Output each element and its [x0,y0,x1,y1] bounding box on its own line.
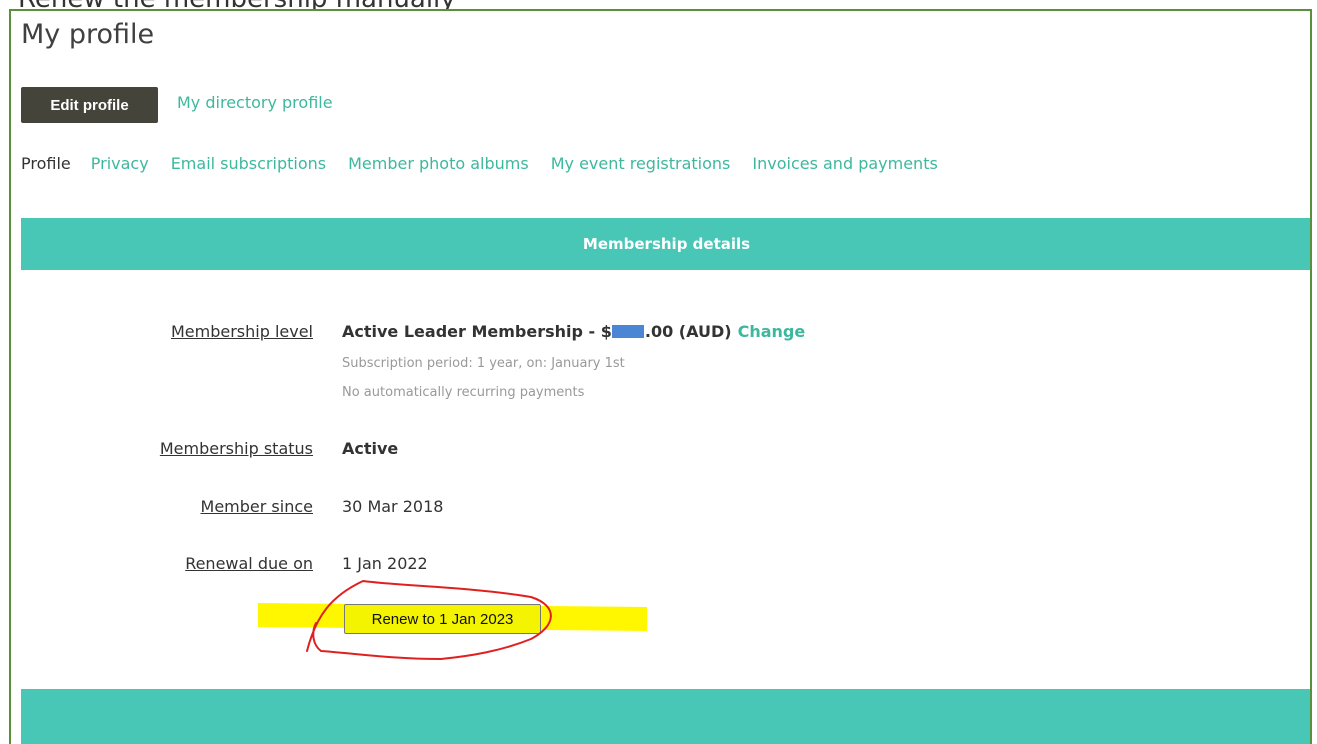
next-section-header [21,689,1310,744]
tab-profile[interactable]: Profile [21,154,71,173]
edit-profile-button[interactable]: Edit profile [21,87,158,123]
membership-level-prefix: Active Leader Membership - $ [342,322,612,341]
renew-membership-button[interactable]: Renew to 1 Jan 2023 [344,604,541,634]
tab-invoices-and-payments[interactable]: Invoices and payments [752,154,937,173]
profile-tabs: Profile Privacy Email subscriptions Memb… [21,154,960,173]
subscription-period-text: Subscription period: 1 year, on: January… [342,356,625,371]
membership-level-value: Active Leader Membership - $ .00 (AUD) Cha… [342,322,805,341]
membership-status-value: Active [342,439,399,458]
tab-member-photo-albums[interactable]: Member photo albums [348,154,529,173]
tab-email-subscriptions[interactable]: Email subscriptions [171,154,326,173]
page-title: My profile [21,19,155,50]
membership-status-label: Membership status [159,439,313,458]
member-since-label: Member since [200,497,313,516]
renewal-due-label: Renewal due on [185,554,313,573]
my-directory-profile-link[interactable]: My directory profile [177,93,333,112]
tab-my-event-registrations[interactable]: My event registrations [551,154,731,173]
member-since-value: 30 Mar 2018 [342,497,444,516]
redacted-price-block [611,324,644,338]
recurring-payments-text: No automatically recurring payments [342,385,585,400]
red-circle-annotation [306,580,552,661]
membership-level-suffix: .00 (AUD) [644,322,732,341]
renewal-due-value: 1 Jan 2022 [342,554,428,573]
membership-details-header: Membership details [21,218,1310,270]
membership-level-label: Membership level [170,322,313,341]
change-membership-link[interactable]: Change [738,322,806,341]
profile-panel: My profile Edit profile My directory pro… [9,9,1312,744]
tab-privacy[interactable]: Privacy [91,154,149,173]
